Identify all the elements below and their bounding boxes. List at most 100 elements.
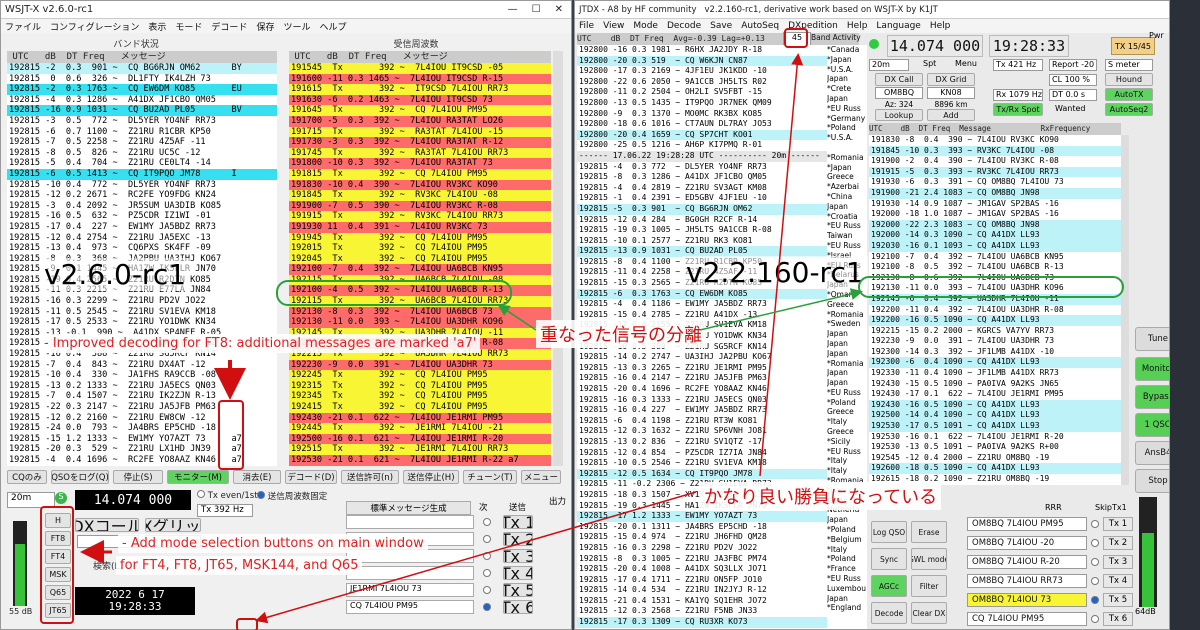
control-button[interactable]: 停止(S) [113, 470, 163, 484]
list-row[interactable]: 191845 -10 0.3 393 ~ RV3KC 7L4IOU -08 [869, 145, 1121, 157]
list-row[interactable]: 192800 -17 0.3 2169 ~ 4JF1EU JK1KDD -10 [577, 66, 827, 77]
tx-button[interactable]: Tx 4 [1103, 574, 1133, 588]
list-row[interactable]: 192815 -12 0.4 854 ~ PZ5CDR IZ7IA JN84 [577, 448, 827, 459]
tx-button[interactable]: Tx 2 [1103, 536, 1133, 550]
menu-item[interactable]: ファイル [5, 20, 41, 33]
list-row[interactable]: 192230 -9 0.0 391 ~ 7L4IOU UA3DHR 73 [869, 336, 1121, 347]
bottom-button[interactable]: Decode [871, 602, 907, 624]
list-row[interactable]: 191730 -3 0.3 392 ~ 7L4IOU RA3TAT R-12 [289, 137, 551, 148]
maximize-icon[interactable]: ☐ [532, 4, 541, 15]
tx-message-input[interactable]: CQ 7L4IOU PM95 [967, 612, 1087, 626]
tx-radio[interactable] [1091, 577, 1099, 585]
list-row[interactable]: 192815 -16 0.3 2298 ~ Z21RU PD2V JO22 [577, 543, 827, 554]
list-row[interactable]: 192100 -7 0.4 392 ~ 7L4IOU UA6BCB KN95 [869, 252, 1121, 263]
menu-item[interactable]: コンフィグレーション [50, 20, 139, 33]
bottom-button[interactable]: Filter [911, 575, 947, 597]
list-row[interactable]: 192430 -21 0.1 622 ~ 7L4IOU JE1RMI PM95 [289, 412, 551, 424]
list-row[interactable]: 192300 -14 0.3 392 ~ JF1LMB A41DX -10 [869, 347, 1121, 358]
report-spinbox[interactable]: Report -20 [1049, 59, 1097, 71]
list-row[interactable]: 192815 -20 0.4 1008 ~ A41DX SQ3LLX JO71 [577, 564, 827, 575]
control-button[interactable]: モニター(M) [167, 470, 229, 484]
tx-message-input[interactable]: OM8BQ 7L4IOU RR73 [967, 574, 1087, 588]
jtdx-tx-freq[interactable]: Tx 421 Hz [993, 59, 1043, 71]
list-row[interactable]: 192815 -8 0.3 1005 ~ Z21RU JA3FBC PM74 [577, 554, 827, 565]
list-row[interactable]: 191830 -10 0.4 390 ~ 7L4IOU RV3KC KO90 [289, 179, 551, 191]
bottom-button[interactable]: SWL mode [911, 548, 947, 570]
list-row[interactable]: 192030 -16 0.1 1093 ~ CQ A41DX LL93 [869, 240, 1121, 252]
list-row[interactable]: 191930 -6 0.3 391 ~ CQ OM8BQ 7L4IOU 73 [869, 177, 1121, 188]
list-row[interactable]: 192815 -8 0.3 1286 ~ A41DX JF1CBO QM05 [577, 172, 827, 183]
dx-call-input[interactable]: OM8BQ [875, 87, 923, 99]
side-button[interactable]: Stop [1135, 469, 1169, 493]
list-row[interactable]: 192815 -17 0.4 1711 ~ Z21RU ON5FP JO10 [577, 575, 827, 586]
list-row[interactable]: 192815 -17 1.2 1333 ~ EW1MY YO7AZT 73 [577, 511, 827, 522]
list-row[interactable]: 192815 -5 0.3 901 ~ CQ BG6RJN OM62 [577, 203, 827, 215]
tx-button[interactable]: Tx 6 [1103, 612, 1133, 626]
list-row[interactable]: 192800 -20 0.4 1659 ~ CQ SP7CHT KO01 [577, 129, 827, 141]
list-row[interactable]: 191845 Tx 392 ~ RV3KC 7L4IOU -08 [289, 190, 551, 201]
menu-item[interactable]: Save [710, 21, 732, 31]
side-button[interactable]: Bypass [1135, 385, 1169, 409]
control-button[interactable]: デコード(D) [285, 470, 337, 484]
menu-item[interactable]: 保存 [256, 20, 274, 33]
list-row[interactable]: 191900 -21 2.4 1083 ~ CQ OM8BQ JN98 [869, 187, 1121, 199]
list-row[interactable]: 192230 -9 0.0 391 ~ 7L4IOU UA3DHR 73 [289, 359, 551, 371]
next-radio[interactable] [483, 518, 491, 526]
list-row[interactable]: 192815 -13 0.3 2265 ~ Z21RU JE1RMI PM95 [577, 363, 827, 374]
list-row[interactable]: 191745 Tx 392 ~ RA3TAT 7L4IOU RR73 [289, 147, 551, 159]
tx-button[interactable]: Tx 5 [1103, 593, 1133, 607]
tx-even-checkbox[interactable] [197, 490, 205, 498]
list-row[interactable]: 192200 -11 0.4 392 ~ 7L4IOU UA3DHR R-08 [869, 305, 1121, 316]
control-button[interactable]: 消去(E) [233, 470, 281, 484]
list-row[interactable]: 192530 -21 0.1 621 ~ 7L4IOU JE1RMI R-22 … [289, 454, 551, 466]
tx-button[interactable]: Tx 3 [503, 549, 533, 563]
list-row[interactable]: 192815 -4 0.4 2819 ~ Z21RU SV3AGT KM08 [577, 183, 827, 194]
list-row[interactable]: 192130 -11 0.0 393 ~ 7L4IOU UA3DHR KO96 [289, 317, 551, 328]
list-row[interactable]: 192815 -12 0.5 1634 ~ CQ IT9PQO JM78 [577, 468, 827, 480]
list-row[interactable]: 192815 -2 0.3 901 ~ CQ BG6RJN OM62 BY [7, 63, 277, 74]
bottom-button[interactable]: Log QSO [871, 521, 907, 543]
list-row[interactable]: 191900 -7 0.5 390 ~ 7L4IOU RV3KC R-08 [289, 200, 551, 212]
list-row[interactable]: 192815 -3 0.5 772 ~ DL5YER YO4NF RR73 [7, 116, 277, 127]
bottom-button[interactable]: AGCc [871, 575, 907, 597]
hold-tx-checkbox[interactable] [257, 491, 265, 499]
list-row[interactable]: 192800 -25 0.5 1216 ~ AH6P KI7PMQ R-01 [577, 140, 827, 151]
list-row[interactable]: 192000 -22 2.3 1083 ~ CQ OM8BQ JN98 [869, 219, 1121, 231]
dx-grid-button[interactable]: DXグリッド [145, 518, 201, 532]
list-row[interactable]: 191630 -6 0.2 1463 ~ 7L4IOU IT9CSD 73 [289, 94, 551, 106]
cl-spinbox[interactable]: CL 100 % [1049, 74, 1097, 86]
menu-item[interactable]: Language [876, 21, 920, 31]
list-row[interactable]: 192800 -13 0.5 1435 ~ IT9PQO JR7NEK QM09 [577, 98, 827, 109]
list-row[interactable]: 192800 -18 0.6 1016 ~ CT7AUN DL7RAY JO53 [577, 119, 827, 130]
control-button[interactable]: 送信停止(H) [403, 470, 459, 484]
side-button[interactable]: Monitor [1135, 357, 1169, 381]
list-row[interactable]: 192545 -12 0.4 2000 ~ Z21RU OM8BQ -19 [869, 453, 1121, 464]
list-row[interactable]: 192800 -11 0.2 2504 ~ OH2LI SV5FBT -15 [577, 87, 827, 98]
tx-message-input[interactable] [346, 566, 474, 580]
jtdx-band-select[interactable]: 20m [869, 59, 909, 71]
list-row[interactable]: 192100 -8 0.5 392 ~ 7L4IOU UA6BCB R-13 [869, 262, 1121, 273]
list-row[interactable]: 192815 -15 0.4 974 ~ Z21RU JH6FHD QM28 [577, 532, 827, 543]
list-row[interactable]: 192815 -3 0.4 2092 ~ JR5SUM UA3DIB KO85 [7, 201, 277, 212]
list-row[interactable]: 192800 -9 0.3 1370 ~ MO0MC RK3BX KO85 [577, 109, 827, 120]
tx-radio[interactable] [1091, 520, 1099, 528]
list-row[interactable]: 192815 -12 0.4 284 ~ BG0GH R2CF R-14 [577, 215, 827, 226]
list-row[interactable]: 192045 Tx 392 ~ CQ 7L4IOU PM95 [289, 253, 551, 265]
list-row[interactable]: 191930 -14 0.9 1087 ~ JM1GAV SP2BAS -16 [869, 199, 1121, 210]
list-row[interactable]: 191600 -11 0.3 1465 ~ 7L4IOU IT9CSD R-15 [289, 73, 551, 85]
next-radio[interactable] [483, 569, 491, 577]
list-row[interactable]: 192530 -16 0.1 622 ~ 7L4IOU JE1RMI R-20 [869, 432, 1121, 443]
list-row[interactable]: 191700 -5 0.3 392 ~ 7L4IOU RA3TAT LO26 [289, 115, 551, 127]
tx-button[interactable]: Tx 2 [503, 532, 533, 546]
next-radio[interactable] [483, 535, 491, 543]
menu-item[interactable]: Help [847, 21, 868, 31]
tx-message-input[interactable]: CQ 7L4IOU PM95 [346, 600, 474, 614]
tx-message-input[interactable]: OM8BQ 7L4IOU PM95 [967, 517, 1087, 531]
control-button[interactable]: 送信許可(n) [341, 470, 399, 484]
list-row[interactable]: 191915 Tx 392 ~ RV3KC 7L4IOU RR73 [289, 211, 551, 222]
dx-grid-input[interactable]: KN08 [927, 87, 975, 99]
list-row[interactable]: 192815 -6 0.4 1198 ~ Z21RU RT3W KO81 [577, 416, 827, 427]
list-row[interactable]: 192515 Tx 392 ~ JE1RMI 7L4IOU RR73 [289, 444, 551, 455]
list-row[interactable]: 191615 Tx 392 ~ IT9CSD 7L4IOU RR73 [289, 84, 551, 95]
list-row[interactable]: 192815 -1 0.4 2391 ~ ED5GBV 4JF1EU -10 [577, 193, 827, 204]
